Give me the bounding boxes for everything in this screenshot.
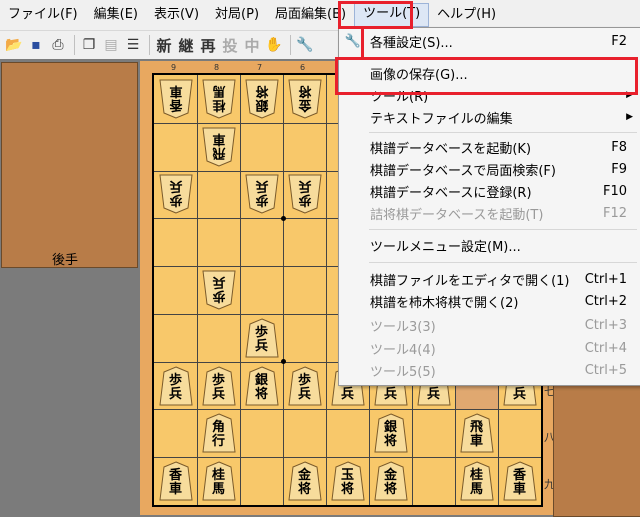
grid-line — [154, 457, 541, 459]
menu-edit[interactable]: 編集(E) — [86, 4, 146, 26]
piece-kin-gote[interactable]: 金将 — [287, 79, 322, 119]
piece-kin-sente[interactable]: 金将 — [287, 461, 322, 501]
piece-gin-gote[interactable]: 銀将 — [244, 79, 279, 119]
menu-game[interactable]: 対局(P) — [207, 4, 267, 26]
hand-icon[interactable]: ✋ — [264, 35, 284, 55]
piece-kei-sente[interactable]: 桂馬 — [201, 461, 236, 501]
open-folder-icon[interactable]: 📂 — [4, 35, 24, 55]
grid-line — [154, 409, 541, 411]
wrench-icon: 🔧 — [344, 33, 362, 49]
menu-item-tool5[interactable]: ツール5(5) Ctrl+5 — [339, 359, 639, 381]
piece-fu-gote[interactable]: 歩兵 — [201, 270, 236, 310]
piece-fu-sente[interactable]: 歩兵 — [201, 366, 236, 406]
piece-fu-sente[interactable]: 歩兵 — [158, 366, 193, 406]
menu-item-tool3[interactable]: ツール3(3) Ctrl+3 — [339, 314, 639, 336]
piece-fu-sente[interactable]: 歩兵 — [244, 318, 279, 358]
menu-item-register-kifu-db[interactable]: 棋譜データベースに登録(R) F10 — [339, 180, 639, 202]
piece-fu-gote[interactable]: 歩兵 — [158, 174, 193, 214]
list-icon[interactable]: ☰ — [123, 35, 143, 55]
submenu-arrow-icon: ▶ — [626, 112, 633, 122]
grid-line — [197, 75, 198, 505]
piece-fu-sente[interactable]: 歩兵 — [287, 366, 322, 406]
suspend-button[interactable]: 中 — [242, 35, 262, 55]
menu-item-tool4[interactable]: ツール4(4) Ctrl+4 — [339, 337, 639, 359]
print-icon[interactable]: ⎙ — [48, 35, 68, 55]
menu-item-tool-menu-settings[interactable]: ツールメニュー設定(M)... — [339, 234, 639, 256]
toolbar-separator — [290, 35, 291, 55]
piece-kei-sente[interactable]: 桂馬 — [459, 461, 494, 501]
replay-button[interactable]: 再 — [198, 35, 218, 55]
grid-line — [240, 75, 241, 505]
highlight-box-tools-menu — [338, 1, 413, 29]
piece-hi-sente[interactable]: 飛車 — [459, 413, 494, 453]
menu-item-edit-text-file[interactable]: テキストファイルの編集 ▶ — [339, 106, 639, 128]
save-icon[interactable]: ▪ — [26, 35, 46, 55]
menu-separator — [369, 262, 637, 263]
menu-item-search-kifu-db[interactable]: 棋譜データベースで局面検索(F) F9 — [339, 158, 639, 180]
tool-icon[interactable]: 🔧 — [295, 35, 315, 55]
piece-kei-gote[interactable]: 桂馬 — [201, 79, 236, 119]
star-point — [280, 359, 286, 365]
menu-item-launch-tsume-db[interactable]: 詰将棋データベースを起動(T) F12 — [339, 202, 639, 224]
menu-item-launch-kifu-db[interactable]: 棋譜データベースを起動(K) F8 — [339, 136, 639, 158]
column-number: 7 — [256, 63, 263, 72]
piece-gin-sente[interactable]: 銀将 — [373, 413, 408, 453]
column-number: 6 — [299, 63, 306, 72]
piece-kyo-gote[interactable]: 香車 — [158, 79, 193, 119]
star-point — [280, 215, 286, 221]
piece-kyo-sente[interactable]: 香車 — [158, 461, 193, 501]
piece-fu-gote[interactable]: 歩兵 — [287, 174, 322, 214]
column-number: 8 — [213, 63, 220, 72]
piece-kaku-sente[interactable]: 角行 — [201, 413, 236, 453]
menu-item-open-kakinoki[interactable]: 棋譜を柿木将棋で開く(2) Ctrl+2 — [339, 290, 639, 312]
sente-hand-panel — [553, 380, 640, 517]
gote-hand-panel — [1, 62, 138, 268]
piece-gyoku-sente[interactable]: 玉将 — [330, 461, 365, 501]
menu-help[interactable]: ヘルプ(H) — [429, 4, 504, 26]
menu-view[interactable]: 表示(V) — [146, 4, 207, 26]
menu-file[interactable]: ファイル(F) — [0, 4, 86, 26]
grid-line — [283, 75, 284, 505]
column-number: 9 — [170, 63, 177, 72]
resign-button[interactable]: 投 — [220, 35, 240, 55]
piece-fu-gote[interactable]: 歩兵 — [244, 174, 279, 214]
menu-item-settings[interactable]: 🔧 各種設定(S)... F2 — [339, 30, 639, 52]
paste-icon[interactable]: ▤ — [101, 35, 121, 55]
highlight-connector — [361, 28, 364, 60]
menu-separator — [369, 229, 637, 230]
continue-button[interactable]: 継 — [176, 35, 196, 55]
piece-hi-gote[interactable]: 飛車 — [201, 127, 236, 167]
toolbar-separator — [149, 35, 150, 55]
piece-gin-sente[interactable]: 銀将 — [244, 366, 279, 406]
menu-item-open-in-editor[interactable]: 棋譜ファイルをエディタで開く(1) Ctrl+1 — [339, 268, 639, 290]
copy-icon[interactable]: ❐ — [79, 35, 99, 55]
toolbar-separator — [74, 35, 75, 55]
new-game-button[interactable]: 新 — [154, 35, 174, 55]
piece-kin-sente[interactable]: 金将 — [373, 461, 408, 501]
gote-label: 後手 — [52, 253, 79, 268]
highlight-box-save-image — [335, 57, 638, 95]
menu-separator — [369, 132, 637, 133]
grid-line — [326, 75, 327, 505]
piece-kyo-sente[interactable]: 香車 — [502, 461, 537, 501]
